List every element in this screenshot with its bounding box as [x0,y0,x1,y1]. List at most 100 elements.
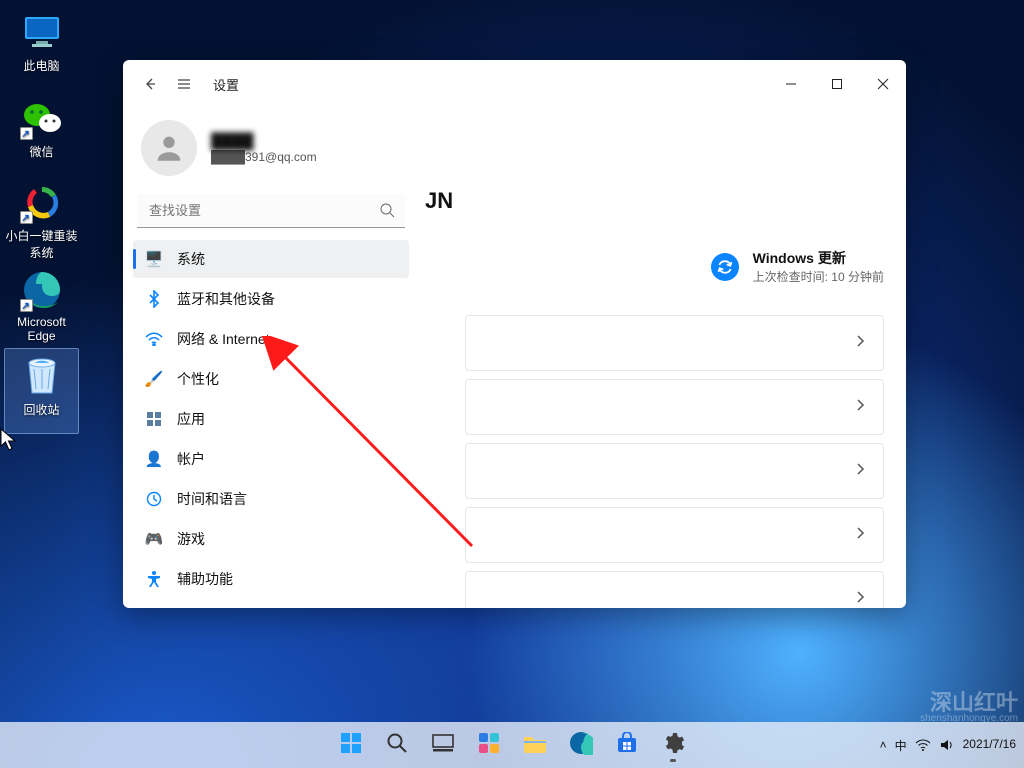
wechat-icon [21,97,63,139]
search-input[interactable] [137,194,405,228]
settings-cards [465,315,884,608]
windows-update-tile[interactable]: Windows 更新 上次检查时间: 10 分钟前 [711,188,884,285]
tray-chevron-icon[interactable]: ˄ [880,738,887,752]
this-pc-icon [21,11,63,53]
taskbar-edge-button[interactable] [561,725,601,765]
explorer-icon [523,733,547,758]
watermark: 深山红叶 shenshanhongye.com [920,692,1018,724]
minimize-button[interactable] [768,64,814,104]
sidebar: ████ ████391@qq.com 🖥️ 系统蓝牙和其他设备网络 & Inte… [123,108,419,608]
settings-window: 设置 ████ ████391@qq.com [123,60,906,608]
search-icon [386,732,408,759]
network-icon [145,332,163,346]
avatar [141,120,197,176]
time-lang-icon [145,491,163,507]
account-summary[interactable]: ████ ████391@qq.com [133,108,409,194]
chevron-right-icon [855,462,865,481]
settings-card[interactable] [465,507,884,563]
nav-item-label: 应用 [177,409,205,429]
taskbar-settings-button[interactable] [653,725,693,765]
nav-item-personalize[interactable]: 🖌️ 个性化 [133,360,409,398]
settings-icon [661,731,685,760]
nav-item-label: 辅助功能 [177,569,233,589]
maximize-button[interactable] [814,64,860,104]
window-title: 设置 [213,75,239,94]
widgets-icon [478,732,500,759]
nav: 🖥️ 系统蓝牙和其他设备网络 & Internet 🖌️ 个性化应用 👤 帐户时间和语言 🎮… [133,240,409,600]
desktop-icon-label: 小白一键重装系统 [5,227,78,261]
xiaobai-reinstall-icon [21,183,63,223]
settings-card[interactable] [465,571,884,608]
update-title: Windows 更新 [753,248,884,268]
nav-item-time-lang[interactable]: 时间和语言 [133,480,409,518]
main-pane: JN Windows 更新 上次检查时间: 10 分钟前 [419,108,906,608]
taskbar-taskview-button[interactable] [423,725,463,765]
nav-item-system[interactable]: 🖥️ 系统 [133,240,409,278]
watermark-text: 深山红叶 [930,690,1018,715]
back-button[interactable] [133,67,167,101]
close-button[interactable] [860,64,906,104]
taskbar-tray: ˄ 中 2021/7/16 [880,737,1016,754]
accounts-icon: 👤 [145,450,163,468]
chevron-right-icon [855,590,865,609]
system-icon: 🖥️ [145,250,163,268]
account-email: ████391@qq.com [211,150,317,164]
nav-item-gaming[interactable]: 🎮游戏 [133,520,409,558]
bluetooth-icon [145,290,163,308]
settings-card[interactable] [465,443,884,499]
nav-item-label: 游戏 [177,529,205,549]
nav-item-label: 时间和语言 [177,489,247,509]
taskbar-center [331,725,693,765]
taskbar-start-button[interactable] [331,725,371,765]
store-icon [616,732,638,759]
tray-clock[interactable]: 2021/7/16 [963,738,1016,752]
edge-icon [21,269,63,311]
nav-item-label: 个性化 [177,369,219,389]
apps-icon [145,411,163,427]
nav-item-label: 蓝牙和其他设备 [177,289,275,309]
ime-indicator[interactable]: 中 [895,737,907,754]
desktop-icon-edge[interactable]: Microsoft Edge [4,262,79,348]
nav-item-label: 系统 [177,249,205,269]
taskbar-store-button[interactable] [607,725,647,765]
personalize-icon: 🖌️ [145,370,163,388]
chevron-right-icon [855,334,865,353]
desktop-icon-recycle-bin[interactable]: 回收站 [4,348,79,434]
desktop-icon-this-pc[interactable]: 此电脑 [4,4,79,90]
desktop-icon-label: 此电脑 [23,57,59,74]
volume-tray-icon[interactable] [939,738,955,752]
hamburger-button[interactable] [167,67,201,101]
wifi-tray-icon[interactable] [915,738,931,752]
page-heading-suffix: JN [425,188,453,214]
search-settings [137,194,405,228]
nav-item-label: 帐户 [177,449,205,469]
settings-card[interactable] [465,315,884,371]
desktop-icon-wechat[interactable]: 微信 [4,90,79,176]
nav-item-label: 网络 & Internet [177,329,270,349]
chevron-right-icon [855,398,865,417]
taskview-icon [432,734,454,757]
taskbar-search-button[interactable] [377,725,417,765]
titlebar: 设置 [123,60,906,108]
a11y-icon [145,570,163,588]
start-icon [339,731,363,760]
nav-item-accounts[interactable]: 👤 帐户 [133,440,409,478]
search-icon [379,202,395,223]
desktop-icon-label: 回收站 [23,401,59,418]
nav-item-bluetooth[interactable]: 蓝牙和其他设备 [133,280,409,318]
nav-item-network[interactable]: 网络 & Internet [133,320,409,358]
taskbar: ˄ 中 2021/7/16 [0,722,1024,768]
nav-item-a11y[interactable]: 辅助功能 [133,560,409,598]
update-subtitle: 上次检查时间: 10 分钟前 [753,268,884,285]
settings-card[interactable] [465,379,884,435]
desktop-icons: 此电脑微信小白一键重装系统 Microsoft Edge 回收站 [4,4,84,434]
desktop-icon-label: 微信 [29,143,53,160]
nav-item-apps[interactable]: 应用 [133,400,409,438]
taskbar-widgets-button[interactable] [469,725,509,765]
account-name: ████ [211,133,317,150]
sync-icon [711,253,739,281]
desktop-icon-label: Microsoft Edge [5,315,78,343]
desktop-icon-xiaobai-reinstall[interactable]: 小白一键重装系统 [4,176,79,262]
chevron-right-icon [855,526,865,545]
taskbar-explorer-button[interactable] [515,725,555,765]
